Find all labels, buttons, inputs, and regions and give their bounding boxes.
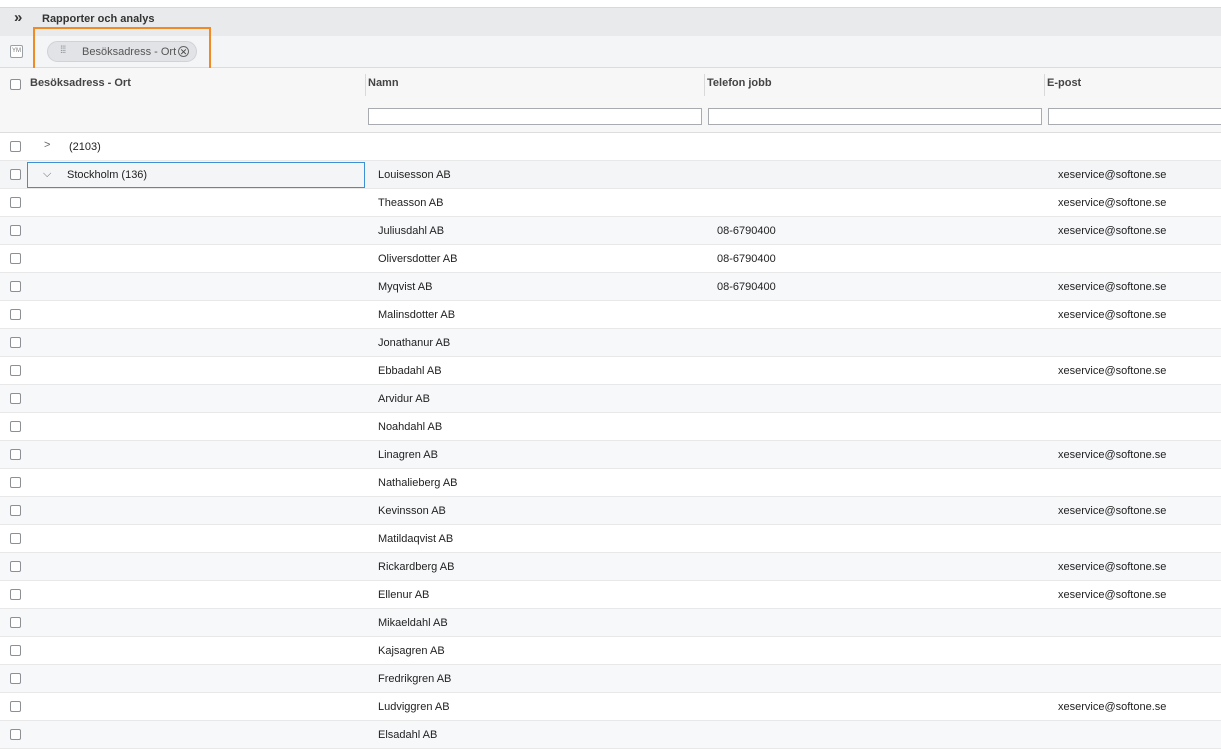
row-checkbox[interactable] xyxy=(10,337,21,348)
row-checkbox[interactable] xyxy=(10,589,21,600)
cell-namn: Kevinsson AB xyxy=(378,505,446,517)
table-row[interactable]: Noahdahl AB xyxy=(0,413,1221,441)
page-title: Rapporter och analys xyxy=(42,13,155,25)
table-row[interactable]: Mikaeldahl AB xyxy=(0,609,1221,637)
cell-namn: Ludviggren AB xyxy=(378,701,450,713)
row-checkbox[interactable] xyxy=(10,365,21,376)
group-row[interactable]: > (2103) xyxy=(0,133,1221,161)
row-checkbox[interactable] xyxy=(10,449,21,460)
cell-namn: Louisesson AB xyxy=(378,169,451,181)
table-row[interactable]: Malinsdotter AB xeservice@softone.se xyxy=(0,301,1221,329)
cell-epost: xeservice@softone.se xyxy=(1058,309,1167,321)
row-checkbox[interactable] xyxy=(10,505,21,516)
cell-namn: Rickardberg AB xyxy=(378,561,455,573)
row-checkbox[interactable] xyxy=(10,197,21,208)
table-row[interactable]: Fredrikgren AB xyxy=(0,665,1221,693)
cell-namn: Ellenur AB xyxy=(378,589,430,601)
table-row[interactable]: Nathalieberg AB xyxy=(0,469,1221,497)
cell-namn: Oliversdotter AB xyxy=(378,253,458,265)
table-row[interactable]: Jonathanur AB xyxy=(0,329,1221,357)
group-row[interactable]: ⌵ Stockholm (136) Louisesson AB xeservic… xyxy=(0,161,1221,189)
filter-row xyxy=(0,101,1221,133)
group-label: Stockholm (136) xyxy=(67,169,148,181)
table-row[interactable]: Elsadahl AB xyxy=(0,721,1221,749)
table-row[interactable]: Theasson AB xeservice@softone.se xyxy=(0,189,1221,217)
cell-epost: xeservice@softone.se xyxy=(1058,169,1167,181)
row-checkbox[interactable] xyxy=(10,673,21,684)
table-row[interactable]: Ebbadahl AB xeservice@softone.se xyxy=(0,357,1221,385)
cell-epost: xeservice@softone.se xyxy=(1058,505,1167,517)
table-row[interactable]: Juliusdahl AB 08-6790400 xeservice@softone… xyxy=(0,217,1221,245)
group-panel-icon: YM xyxy=(10,45,23,58)
table-row[interactable]: Myqvist AB 08-6790400 xeservice@softone.se xyxy=(0,273,1221,301)
column-separator[interactable] xyxy=(365,74,366,96)
filter-input-epost[interactable] xyxy=(1048,108,1221,125)
table-row[interactable]: Kevinsson AB xeservice@softone.se xyxy=(0,497,1221,525)
grid-header: Besöksadress - Ort Namn Telefon jobb E-p… xyxy=(0,68,1221,102)
cell-namn: Mikaeldahl AB xyxy=(378,617,448,629)
cell-namn: Myqvist AB xyxy=(378,281,433,293)
row-checkbox[interactable] xyxy=(10,561,21,572)
row-checkbox[interactable] xyxy=(10,533,21,544)
cell-namn: Ebbadahl AB xyxy=(378,365,442,377)
table-row[interactable]: Ludviggren AB xeservice@softone.se xyxy=(0,693,1221,721)
cell-namn: Juliusdahl AB xyxy=(378,225,445,237)
cell-telefon: 08-6790400 xyxy=(717,225,776,237)
chevron-right-icon[interactable]: > xyxy=(44,139,50,151)
table-row[interactable]: Matildaqvist AB xyxy=(0,525,1221,553)
column-header-epost[interactable]: E-post xyxy=(1047,77,1081,89)
cell-namn: Elsadahl AB xyxy=(378,729,438,741)
row-checkbox[interactable] xyxy=(10,729,21,740)
cell-namn: Noahdahl AB xyxy=(378,421,443,433)
cell-namn: Matildaqvist AB xyxy=(378,533,454,545)
table-row[interactable]: Ellenur AB xeservice@softone.se xyxy=(0,581,1221,609)
row-checkbox[interactable] xyxy=(10,225,21,236)
cell-namn: Fredrikgren AB xyxy=(378,673,452,685)
cell-namn: Malinsdotter AB xyxy=(378,309,456,321)
cell-epost: xeservice@softone.se xyxy=(1058,281,1167,293)
row-checkbox[interactable] xyxy=(10,421,21,432)
cell-epost: xeservice@softone.se xyxy=(1058,561,1167,573)
cell-namn: Theasson AB xyxy=(378,197,444,209)
cell-namn: Arvidur AB xyxy=(378,393,430,405)
cell-epost: xeservice@softone.se xyxy=(1058,225,1167,237)
cell-telefon: 08-6790400 xyxy=(717,253,776,265)
filter-input-telefon[interactable] xyxy=(708,108,1042,125)
cell-namn: Kajsagren AB xyxy=(378,645,445,657)
row-checkbox[interactable] xyxy=(10,477,21,488)
table-row[interactable]: Linagren AB xeservice@softone.se xyxy=(0,441,1221,469)
row-checkbox[interactable] xyxy=(10,141,21,152)
cell-epost: xeservice@softone.se xyxy=(1058,589,1167,601)
cell-epost: xeservice@softone.se xyxy=(1058,449,1167,461)
table-row[interactable]: Arvidur AB xyxy=(0,385,1221,413)
column-separator[interactable] xyxy=(704,74,705,96)
row-checkbox[interactable] xyxy=(10,169,21,180)
row-checkbox[interactable] xyxy=(10,309,21,320)
group-label: (2103) xyxy=(69,141,101,153)
cell-namn: Nathalieberg AB xyxy=(378,477,458,489)
column-header-telefon[interactable]: Telefon jobb xyxy=(707,77,772,89)
cell-epost: xeservice@softone.se xyxy=(1058,701,1167,713)
row-checkbox[interactable] xyxy=(10,393,21,404)
cell-epost: xeservice@softone.se xyxy=(1058,365,1167,377)
column-header-namn[interactable]: Namn xyxy=(368,77,399,89)
expand-panel-icon[interactable]: » xyxy=(14,9,22,26)
row-checkbox[interactable] xyxy=(10,645,21,656)
column-header-ort[interactable]: Besöksadress - Ort xyxy=(30,77,131,89)
chevron-down-icon[interactable]: ⌵ xyxy=(43,168,51,181)
row-checkbox[interactable] xyxy=(10,617,21,628)
table-row[interactable]: Rickardberg AB xeservice@softone.se xyxy=(0,553,1221,581)
filter-input-namn[interactable] xyxy=(368,108,702,125)
cell-namn: Linagren AB xyxy=(378,449,438,461)
column-separator[interactable] xyxy=(1044,74,1045,96)
cell-namn: Jonathanur AB xyxy=(378,337,451,349)
row-checkbox[interactable] xyxy=(10,701,21,712)
cell-telefon: 08-6790400 xyxy=(717,281,776,293)
row-checkbox[interactable] xyxy=(10,253,21,264)
row-checkbox[interactable] xyxy=(10,281,21,292)
select-all-checkbox[interactable] xyxy=(10,79,21,90)
table-row[interactable]: Kajsagren AB xyxy=(0,637,1221,665)
cell-epost: xeservice@softone.se xyxy=(1058,197,1167,209)
table-row[interactable]: Oliversdotter AB 08-6790400 xyxy=(0,245,1221,273)
